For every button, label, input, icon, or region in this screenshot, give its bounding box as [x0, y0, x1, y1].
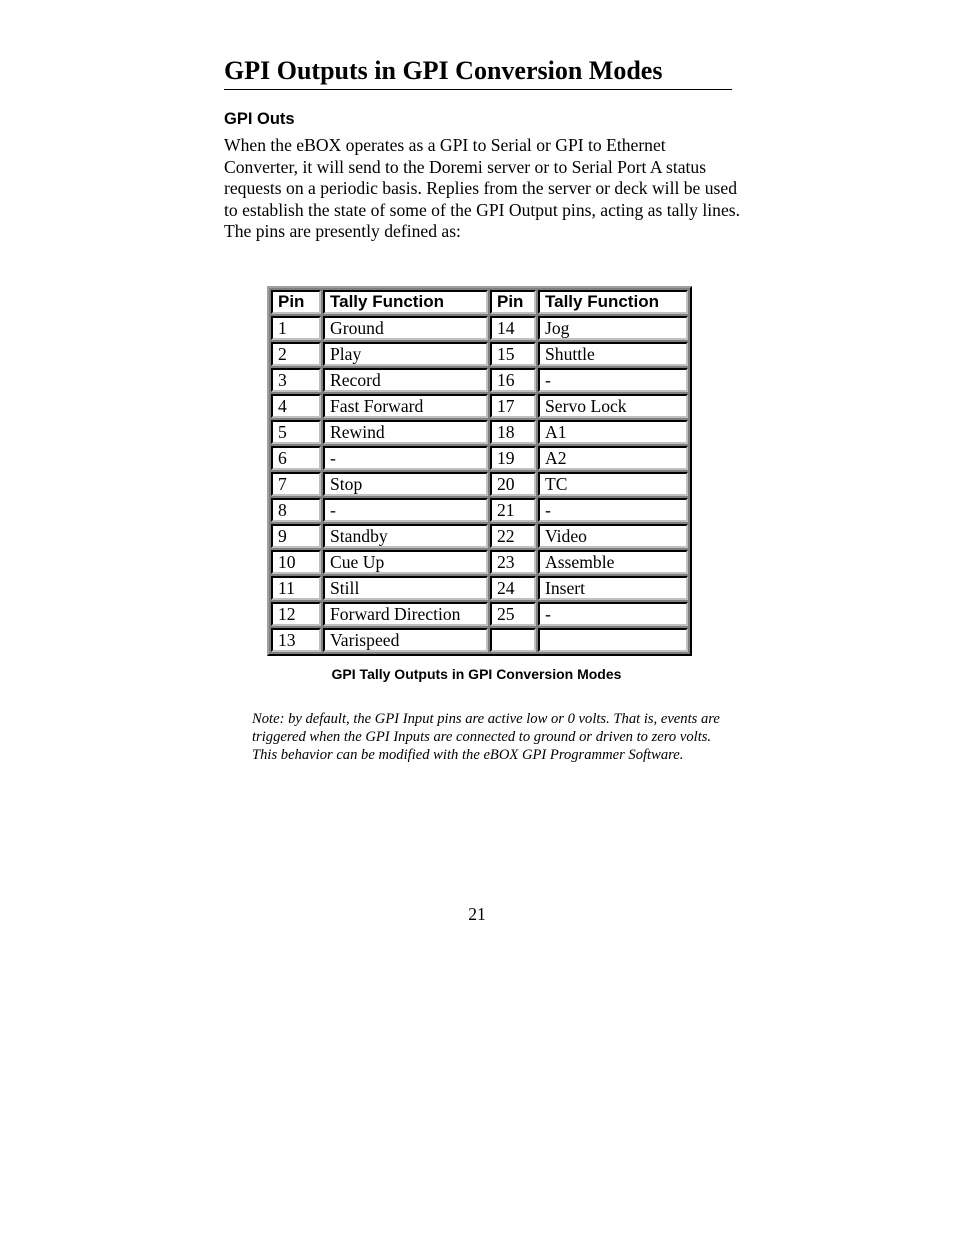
- pin-cell: 15: [490, 342, 536, 366]
- tally-function-cell: -: [538, 498, 688, 522]
- pin-cell: 9: [271, 524, 321, 548]
- pin-cell: 6: [271, 446, 321, 470]
- tally-function-cell: Fast Forward: [323, 394, 488, 418]
- tally-function-cell: Standby: [323, 524, 488, 548]
- table-row: 11 Still 24 Insert: [271, 576, 688, 600]
- pin-cell: 22: [490, 524, 536, 548]
- tally-function-cell: Forward Direction: [323, 602, 488, 626]
- pin-cell: 25: [490, 602, 536, 626]
- tally-function-cell: Varispeed: [323, 628, 488, 652]
- body-paragraph: When the eBOX operates as a GPI to Seria…: [224, 135, 741, 242]
- table-row: 13 Varispeed: [271, 628, 688, 652]
- tally-function-cell: TC: [538, 472, 688, 496]
- pin-cell: 4: [271, 394, 321, 418]
- tally-function-cell: Rewind: [323, 420, 488, 444]
- table-row: 6-19 A2: [271, 446, 688, 470]
- pin-cell: 14: [490, 316, 536, 340]
- tally-function-cell: Record: [323, 368, 488, 392]
- pin-cell: 8: [271, 498, 321, 522]
- tally-function-cell: [538, 628, 688, 652]
- pin-cell: 21: [490, 498, 536, 522]
- pin-cell: 20: [490, 472, 536, 496]
- table-row: 8-21-: [271, 498, 688, 522]
- tally-function-cell: Ground: [323, 316, 488, 340]
- pin-cell: 16: [490, 368, 536, 392]
- table-row: 12 Forward Direction 25-: [271, 602, 688, 626]
- pin-cell: 18: [490, 420, 536, 444]
- tally-function-cell: A2: [538, 446, 688, 470]
- header-pin: Pin: [271, 290, 321, 314]
- pin-cell: 12: [271, 602, 321, 626]
- pin-cell: 3: [271, 368, 321, 392]
- table-row: 1 Ground 14 Jog: [271, 316, 688, 340]
- pin-cell: 19: [490, 446, 536, 470]
- tally-function-cell: -: [323, 446, 488, 470]
- pin-cell: 23: [490, 550, 536, 574]
- pin-cell: 2: [271, 342, 321, 366]
- tally-function-cell: Shuttle: [538, 342, 688, 366]
- tally-function-cell: Assemble: [538, 550, 688, 574]
- tally-function-cell: Still: [323, 576, 488, 600]
- tally-function-cell: -: [323, 498, 488, 522]
- pin-cell: 1: [271, 316, 321, 340]
- pin-cell: 10: [271, 550, 321, 574]
- header-tally-function: Tally Function: [538, 290, 688, 314]
- pin-cell: 13: [271, 628, 321, 652]
- header-pin: Pin: [490, 290, 536, 314]
- tally-function-cell: -: [538, 368, 688, 392]
- pin-cell: 24: [490, 576, 536, 600]
- tally-function-cell: Play: [323, 342, 488, 366]
- tally-function-cell: Servo Lock: [538, 394, 688, 418]
- table-row: 3 Record 16-: [271, 368, 688, 392]
- pin-cell: 5: [271, 420, 321, 444]
- pin-cell: [490, 628, 536, 652]
- tally-function-cell: A1: [538, 420, 688, 444]
- pin-cell: 7: [271, 472, 321, 496]
- table-row: 5 Rewind 18 A1: [271, 420, 688, 444]
- tally-function-cell: Jog: [538, 316, 688, 340]
- table-caption: GPI Tally Outputs in GPI Conversion Mode…: [331, 666, 622, 682]
- table-row: 10 Cue Up 23 Assemble: [271, 550, 688, 574]
- tally-pin-table: Pin Tally Function Pin Tally Function 1G…: [267, 286, 692, 656]
- tally-function-cell: Cue Up: [323, 550, 488, 574]
- page-title: GPI Outputs in GPI Conversion Modes: [224, 54, 732, 90]
- table-row: 9 Standby 22 Video: [271, 524, 688, 548]
- pin-cell: 17: [490, 394, 536, 418]
- page-number: 21: [468, 904, 486, 924]
- tally-function-cell: Video: [538, 524, 688, 548]
- header-tally-function: Tally Function: [323, 290, 488, 314]
- tally-function-cell: Stop: [323, 472, 488, 496]
- note-text: Note: by default, the GPI Input pins are…: [252, 711, 720, 763]
- pin-cell: 11: [271, 576, 321, 600]
- tally-function-cell: Insert: [538, 576, 688, 600]
- tally-function-cell: -: [538, 602, 688, 626]
- table-row: 7 Stop 20 TC: [271, 472, 688, 496]
- table-row: 4 Fast Forward 17 Servo Lock: [271, 394, 688, 418]
- table-row: 2 Play 15 Shuttle: [271, 342, 688, 366]
- table-header-row: Pin Tally Function Pin Tally Function: [271, 290, 688, 314]
- section-heading: GPI Outs: [224, 110, 295, 128]
